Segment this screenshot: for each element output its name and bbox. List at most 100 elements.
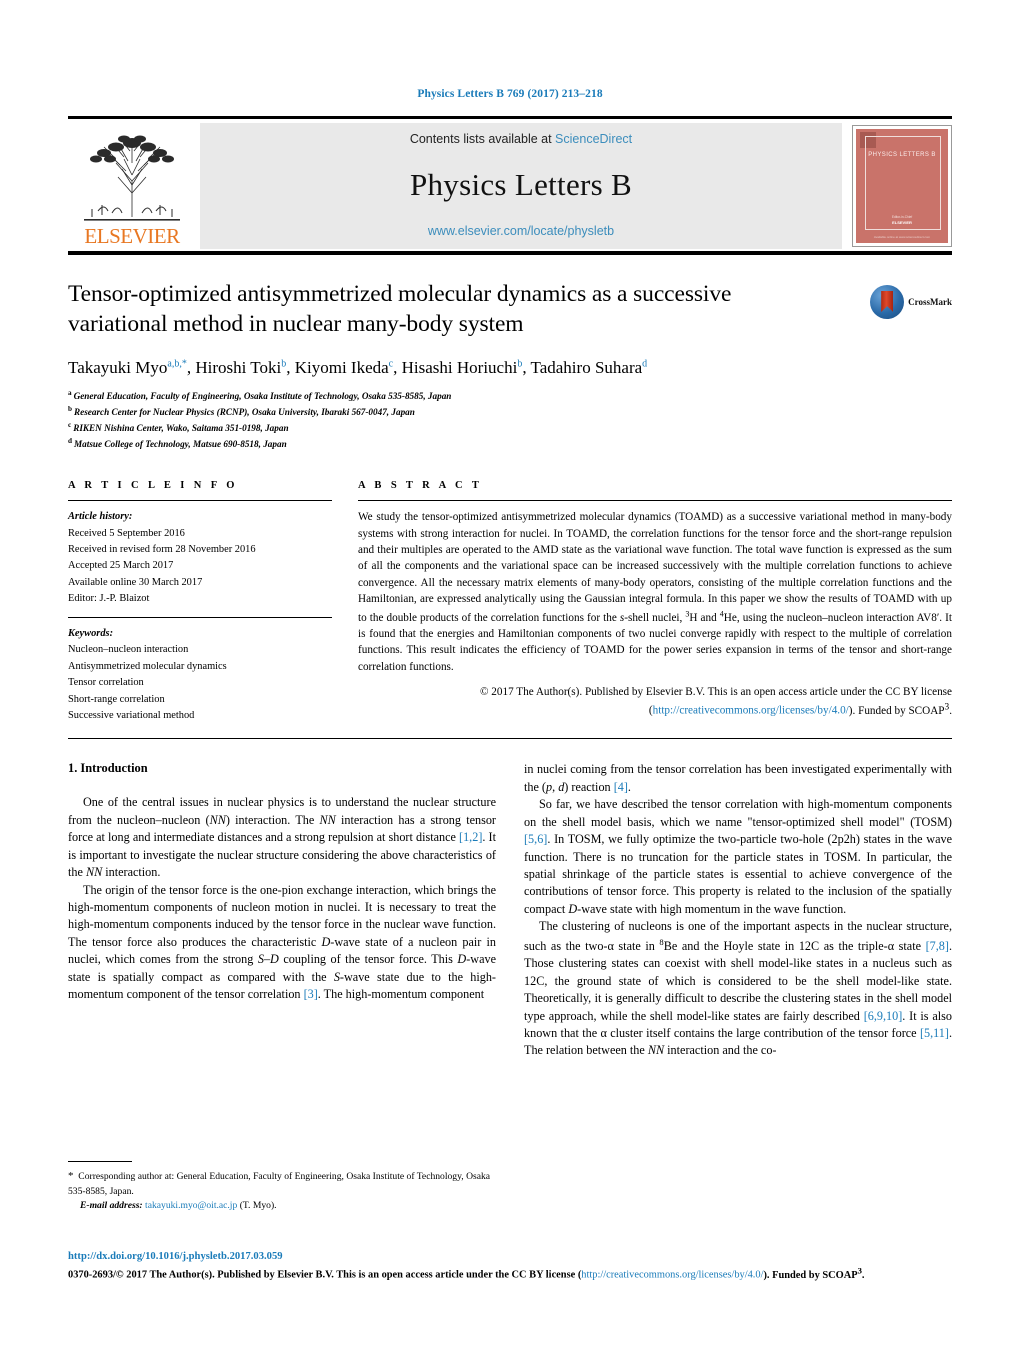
author-entry: Hisashi Horiuchib: [402, 358, 523, 377]
email-label: E-mail address:: [80, 1199, 143, 1211]
author-name: Kiyomi Ikeda: [294, 358, 389, 378]
cover-foot1: Editor-in-Chief: [891, 215, 913, 219]
email-owner: (T. Myo).: [239, 1199, 277, 1211]
page-footer: http://dx.doi.org/10.1016/j.physletb.201…: [68, 1249, 952, 1283]
article-info-column: A R T I C L E I N F O Article history: R…: [68, 480, 332, 724]
masthead-banner: Contents lists available at ScienceDirec…: [200, 123, 842, 249]
body-columns: 1. Introduction One of the central issue…: [68, 761, 952, 1213]
article-history-block: Article history: Received 5 September 20…: [68, 509, 332, 608]
paragraph: in nuclei coming from the tensor correla…: [524, 762, 952, 794]
affiliation-text: Matsue College of Technology, Matsue 690…: [74, 439, 287, 450]
cover-title: PHYSICS LETTERS B: [868, 152, 936, 158]
affiliation-text: Research Center for Nuclear Physics (RCN…: [74, 407, 415, 418]
journal-url[interactable]: www.elsevier.com/locate/physletb: [428, 224, 614, 238]
page-title: Tensor-optimized antisymmetrized molecul…: [68, 281, 732, 338]
author-marks: a,b,*: [167, 358, 187, 370]
crossmark-badge-group[interactable]: CrossMark: [870, 285, 952, 319]
page-content: Physics Letters B 769 (2017) 213–218 ELS…: [68, 0, 952, 1213]
affiliation-text: General Education, Faculty of Engineerin…: [73, 391, 452, 402]
asterisk-icon: *: [68, 1170, 74, 1183]
paragraph: The origin of the tensor force is the on…: [68, 882, 497, 1002]
abstract-copyright: © 2017 The Author(s). Published by Elsev…: [358, 684, 952, 719]
journal-title: Physics Letters B: [409, 167, 633, 202]
author-entry: Hiroshi Tokib: [195, 358, 286, 377]
affiliation-item: b Research Center for Nuclear Physics (RC…: [68, 404, 952, 420]
email-note: E-mail address: takayuki.myo@oit.ac.jp (…: [68, 1199, 496, 1213]
footer-cc-link[interactable]: http://creativecommons.org/licenses/by/4…: [581, 1270, 763, 1281]
affiliation-text: RIKEN Nishina Center, Wako, Saitama 351-…: [73, 423, 289, 434]
elsevier-wordmark: ELSEVIER: [84, 224, 180, 248]
abstract-bottom-rule: [68, 738, 952, 740]
paragraph: So far, we have described the tensor cor…: [524, 797, 952, 916]
paragraph: The clustering of nucleons is one of the…: [524, 919, 953, 1058]
contents-prefix: Contents lists available at: [409, 132, 556, 146]
copyright-post: ). Funded by SCOAP3.: [848, 701, 952, 717]
affiliation-mark: a: [68, 389, 72, 398]
keyword-item: Successive variational method: [68, 709, 195, 721]
paper-page: Physics Letters B 769 (2017) 213–218 ELS…: [0, 0, 1020, 1351]
running-head: Physics Letters B 769 (2017) 213–218: [417, 88, 603, 100]
affiliation-item: a General Education, Faculty of Engineeri…: [68, 388, 952, 404]
title-block: Tensor-optimized antisymmetrized molecul…: [68, 279, 952, 452]
author-list: Takayuki Myoa,b,*, Hiroshi Tokib, Kiyomi…: [68, 358, 648, 378]
masthead-bottom-rule: [68, 251, 952, 255]
section-heading-introduction: 1. Introduction: [68, 761, 148, 776]
doi-link[interactable]: http://dx.doi.org/10.1016/j.physletb.201…: [68, 1249, 952, 1264]
author-marks: b: [517, 358, 523, 370]
elsevier-tree-icon: [84, 135, 180, 221]
affiliation-item: c RIKEN Nishina Center, Wako, Saitama 351…: [68, 420, 952, 436]
keyword-item: Short-range correlation: [68, 693, 165, 705]
keyword-item: Antisymmetrized molecular dynamics: [68, 660, 227, 672]
abstract-heading: A B S T R A C T: [358, 480, 483, 492]
history-item: Available online 30 March 2017: [68, 576, 203, 588]
body-column-left: 1. Introduction One of the central issue…: [68, 761, 496, 1213]
journal-masthead: ELSEVIER Contents lists available at Sci…: [68, 116, 952, 255]
contents-available-line: Contents lists available at ScienceDirec…: [410, 132, 632, 146]
journal-cover-thumbnail: PHYSICS LETTERS B Editor-in-Chief ELSEVI…: [852, 125, 952, 247]
history-item: Editor: J.-P. Blaizot: [68, 593, 150, 605]
crossmark-label: CrossMark: [908, 297, 952, 307]
author-name: Tadahiro Suhara: [530, 358, 643, 378]
corresponding-author-note: * Corresponding author at: General Educa…: [68, 1168, 496, 1199]
author-marks: d: [642, 358, 648, 370]
affiliation-list: a General Education, Faculty of Engineeri…: [68, 388, 952, 452]
author-marks: b: [281, 358, 287, 370]
sciencedirect-link[interactable]: ScienceDirect: [555, 132, 632, 146]
author-marks: c: [388, 358, 394, 370]
history-item: Accepted 25 March 2017: [68, 560, 174, 572]
author-name: Takayuki Myo: [68, 358, 168, 378]
author-entry: Tadahiro Suharad: [531, 358, 648, 377]
affiliation-mark: c: [68, 421, 72, 430]
article-history-label: Article history:: [68, 511, 133, 523]
author-entry: Kiyomi Ikedac: [295, 358, 393, 377]
paragraph: One of the central issues in nuclear phy…: [68, 795, 496, 880]
affiliation-mark: d: [68, 437, 72, 446]
history-item: Received 5 September 2016: [68, 527, 185, 539]
abstract-text: We study the tensor-optimized antisymmet…: [358, 511, 953, 673]
footnote-rule: [68, 1161, 132, 1163]
history-item: Received in revised form 28 November 201…: [68, 544, 256, 555]
footnote-block: * Corresponding author at: General Educa…: [68, 1161, 496, 1213]
affiliation-mark: b: [68, 405, 72, 414]
author-name: Hiroshi Toki: [195, 358, 282, 378]
author-name: Hisashi Horiuchi: [401, 358, 518, 378]
cover-foot3: Available online at www.sciencedirect.co…: [873, 235, 931, 239]
keyword-item: Tensor correlation: [68, 677, 144, 689]
issn-copyright-line: 0370-2693/© 2017 The Author(s). Publishe…: [68, 1264, 952, 1283]
author-entry: Takayuki Myoa,b,*: [68, 358, 187, 377]
crossmark-icon: [870, 285, 905, 319]
article-info-heading: A R T I C L E I N F O: [68, 480, 238, 492]
info-abstract-row: A R T I C L E I N F O Article history: R…: [68, 480, 952, 724]
elsevier-logo: ELSEVIER: [68, 123, 196, 249]
cc-license-link[interactable]: http://creativecommons.org/licenses/by/4…: [653, 705, 849, 717]
corresponding-text: Corresponding author at: General Educati…: [68, 1171, 491, 1197]
keyword-item: Nucleon–nucleon interaction: [68, 644, 189, 656]
issn-pre: 0370-2693/© 2017 The Author(s). Publishe…: [68, 1269, 582, 1281]
author-email-link[interactable]: takayuki.myo@oit.ac.jp: [145, 1200, 237, 1211]
keywords-block: Keywords: Nucleon–nucleon interaction An…: [68, 626, 332, 725]
keywords-label: Keywords:: [68, 627, 114, 639]
abstract-column: A B S T R A C T We study the tensor-opti…: [358, 480, 952, 724]
affiliation-item: d Matsue College of Technology, Matsue 69…: [68, 436, 952, 452]
cover-foot2: ELSEVIER: [892, 220, 912, 225]
body-column-right: in nuclei coming from the tensor correla…: [524, 761, 952, 1213]
